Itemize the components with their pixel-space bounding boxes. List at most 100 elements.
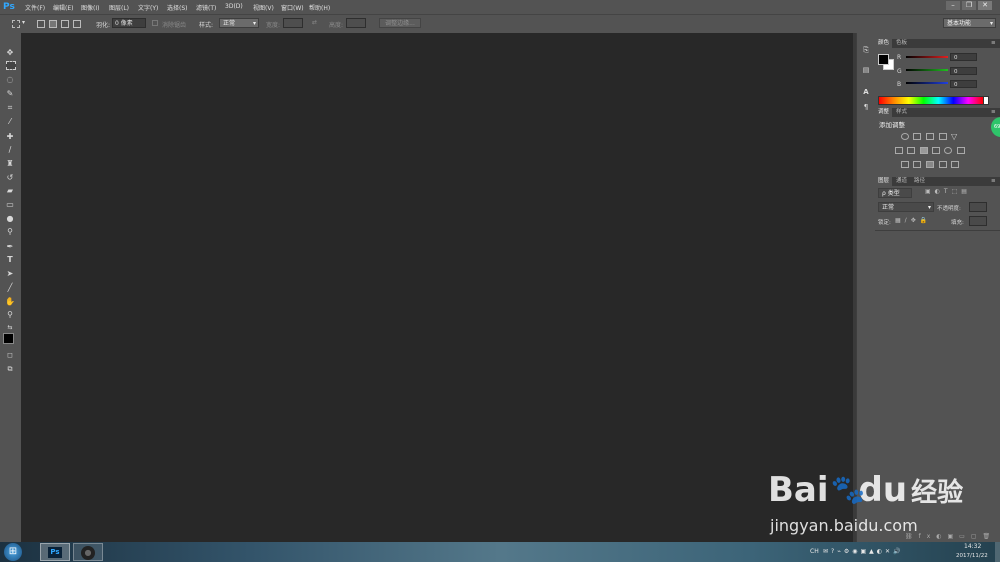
photo-filter-icon[interactable] bbox=[932, 147, 940, 154]
selective-color-icon[interactable] bbox=[951, 161, 959, 168]
tab-styles[interactable]: 样式 bbox=[893, 108, 910, 117]
crop-tool-icon[interactable]: ⌗ bbox=[4, 102, 16, 113]
tray-icons[interactable]: ✉?⌁⚙◉▣▲◐✕🔊 bbox=[823, 548, 903, 555]
menu-type[interactable]: 文字(Y) bbox=[138, 3, 158, 12]
taskbar-photoshop[interactable]: Ps bbox=[40, 543, 70, 561]
eyedropper-tool-icon[interactable]: ⁄ bbox=[4, 116, 16, 127]
zoom-tool-icon[interactable]: ⚲ bbox=[4, 309, 16, 320]
vibrance-icon[interactable]: ▽ bbox=[951, 132, 957, 141]
tab-adjustments[interactable]: 调整 bbox=[875, 108, 893, 117]
invert-icon[interactable] bbox=[901, 161, 909, 168]
add-selection-icon[interactable] bbox=[49, 20, 57, 28]
screen-mode-icon[interactable]: ⧉ bbox=[4, 364, 16, 375]
eraser-tool-icon[interactable]: ▰ bbox=[4, 185, 16, 196]
channel-g-slider[interactable] bbox=[906, 69, 948, 71]
color-lookup-icon[interactable] bbox=[957, 147, 965, 154]
brightness-icon[interactable] bbox=[901, 133, 909, 140]
minimize-button[interactable]: – bbox=[946, 1, 960, 10]
new-selection-icon[interactable] bbox=[37, 20, 45, 28]
tab-layers[interactable]: 图层 bbox=[875, 177, 893, 186]
properties-panel-icon[interactable]: ▤ bbox=[860, 65, 872, 75]
menu-3d[interactable]: 3D(D) bbox=[225, 3, 243, 10]
width-input[interactable] bbox=[283, 18, 303, 28]
menu-window[interactable]: 窗口(W) bbox=[281, 3, 304, 12]
lasso-tool-icon[interactable]: ◌ bbox=[4, 74, 16, 85]
panel-menu-icon[interactable]: ≡ bbox=[988, 177, 999, 186]
channel-r-input[interactable]: 0 bbox=[950, 53, 977, 61]
gradient-map-icon[interactable] bbox=[939, 161, 947, 168]
tab-color[interactable]: 颜色 bbox=[875, 39, 893, 48]
gradient-tool-icon[interactable]: ▭ bbox=[4, 199, 16, 210]
intersect-selection-icon[interactable] bbox=[73, 20, 81, 28]
menu-edit[interactable]: 编辑(E) bbox=[53, 3, 73, 12]
lock-icons[interactable]: ▦∕✥🔒 bbox=[895, 217, 931, 224]
subtract-selection-icon[interactable] bbox=[61, 20, 69, 28]
character-panel-icon[interactable]: A bbox=[860, 87, 872, 97]
chevron-down-icon[interactable]: ▾ bbox=[22, 19, 25, 26]
history-brush-tool-icon[interactable]: ↺ bbox=[4, 172, 16, 183]
history-panel-icon[interactable]: ⎘ bbox=[860, 45, 872, 55]
blur-tool-icon[interactable]: ● bbox=[4, 213, 16, 224]
quick-select-tool-icon[interactable]: ✎ bbox=[4, 88, 16, 99]
swap-colors-icon[interactable]: ⇆ bbox=[4, 322, 16, 333]
channel-r-slider[interactable] bbox=[906, 56, 948, 58]
black-white-icon[interactable] bbox=[920, 147, 928, 154]
menu-select[interactable]: 选择(S) bbox=[167, 3, 188, 12]
layer-filter-select[interactable]: ρ 类型 bbox=[878, 188, 912, 198]
brush-tool-icon[interactable]: ∕ bbox=[4, 144, 16, 155]
style-select[interactable]: 正常 ▾ bbox=[219, 18, 259, 28]
clone-stamp-tool-icon[interactable]: ♜ bbox=[4, 158, 16, 169]
tab-swatches[interactable]: 色板 bbox=[893, 39, 910, 48]
channel-g-input[interactable]: 0 bbox=[950, 67, 977, 75]
refine-edge-button[interactable]: 调整边缘... bbox=[379, 18, 421, 28]
paragraph-panel-icon[interactable]: ¶ bbox=[860, 102, 872, 112]
layer-filter-icons[interactable]: ▣◐T⬚▤ bbox=[925, 188, 971, 195]
path-selection-tool-icon[interactable]: ➤ bbox=[4, 268, 16, 279]
feather-input[interactable]: 0 像素 bbox=[112, 18, 146, 28]
fill-input[interactable] bbox=[969, 216, 987, 226]
menu-help[interactable]: 帮助(H) bbox=[309, 3, 330, 12]
menu-file[interactable]: 文件(F) bbox=[25, 3, 45, 12]
line-tool-icon[interactable]: ╱ bbox=[4, 282, 16, 293]
channel-mixer-icon[interactable] bbox=[944, 147, 952, 154]
marquee-preset-icon[interactable] bbox=[12, 20, 20, 28]
panel-menu-icon[interactable]: ≡ bbox=[988, 39, 999, 48]
move-tool-icon[interactable]: ✥ bbox=[4, 47, 16, 58]
opacity-input[interactable] bbox=[969, 202, 987, 212]
healing-brush-tool-icon[interactable]: ✚ bbox=[4, 131, 16, 142]
swap-icon[interactable]: ⇄ bbox=[312, 19, 317, 26]
marquee-tool-icon[interactable] bbox=[6, 61, 16, 70]
type-tool-icon[interactable]: T bbox=[4, 254, 16, 265]
channel-b-input[interactable]: 0 bbox=[950, 80, 977, 88]
hue-saturation-icon[interactable] bbox=[895, 147, 903, 154]
workspace-select[interactable]: 基本功能 ▾ bbox=[943, 18, 996, 28]
menu-image[interactable]: 图像(I) bbox=[81, 3, 99, 12]
dodge-tool-icon[interactable]: ⚲ bbox=[4, 226, 16, 237]
spectrum-white[interactable] bbox=[983, 96, 989, 105]
color-foreground-swatch[interactable] bbox=[878, 54, 889, 65]
start-button[interactable]: ⊞ bbox=[4, 543, 22, 561]
posterize-icon[interactable] bbox=[913, 161, 921, 168]
taskbar-app-2[interactable]: ● bbox=[73, 543, 103, 561]
document-canvas[interactable] bbox=[21, 33, 853, 542]
blend-mode-select[interactable]: 正常 ▾ bbox=[878, 202, 934, 212]
antialias-checkbox[interactable] bbox=[152, 20, 158, 26]
language-indicator[interactable]: CH bbox=[810, 548, 819, 555]
show-desktop-button[interactable] bbox=[995, 542, 1000, 562]
foreground-color-swatch[interactable] bbox=[3, 333, 14, 344]
panel-menu-icon[interactable]: ≡ bbox=[988, 108, 999, 117]
clock-date[interactable]: 2017/11/22 bbox=[956, 553, 988, 559]
color-balance-icon[interactable] bbox=[907, 147, 915, 154]
restore-button[interactable]: ❐ bbox=[962, 1, 976, 10]
close-button[interactable]: ✕ bbox=[978, 1, 992, 10]
menu-filter[interactable]: 滤镜(T) bbox=[196, 3, 216, 12]
pen-tool-icon[interactable]: ✒ bbox=[4, 241, 16, 252]
clock-time[interactable]: 14:32 bbox=[964, 543, 981, 550]
channel-b-slider[interactable] bbox=[906, 82, 948, 84]
menu-view[interactable]: 视图(V) bbox=[253, 3, 274, 12]
menu-layer[interactable]: 图层(L) bbox=[109, 3, 129, 12]
quick-mask-icon[interactable]: ◻ bbox=[4, 350, 16, 361]
tab-paths[interactable]: 路径 bbox=[911, 177, 928, 186]
height-input[interactable] bbox=[346, 18, 366, 28]
threshold-icon[interactable] bbox=[926, 161, 934, 168]
